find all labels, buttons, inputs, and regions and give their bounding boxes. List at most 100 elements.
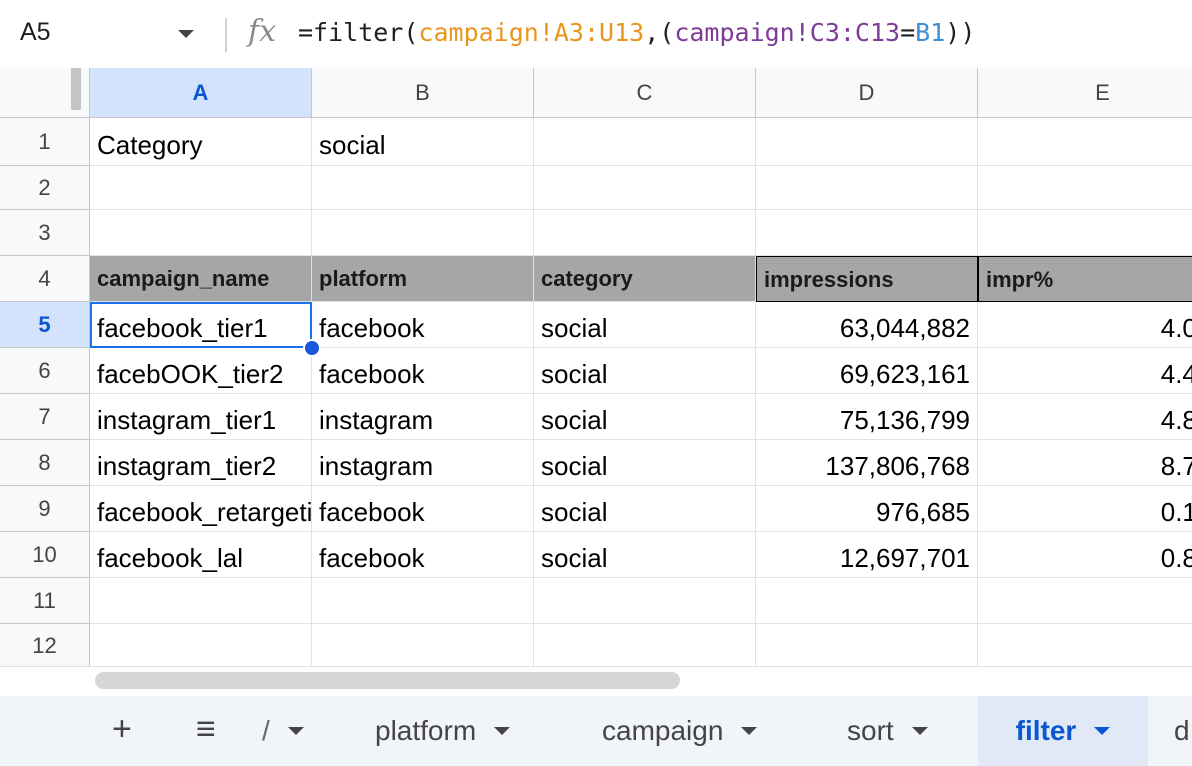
cell-d5[interactable]: 63,044,882	[756, 302, 978, 348]
cell-a8[interactable]: instagram_tier2	[90, 440, 312, 486]
cell-e2[interactable]	[978, 166, 1192, 210]
cell-d9[interactable]: 976,685	[756, 486, 978, 532]
horizontal-scrollbar[interactable]	[0, 666, 1192, 697]
sheet-tab-sort[interactable]: sort	[847, 696, 928, 766]
cell-b5[interactable]: facebook	[312, 302, 534, 348]
cell-c2[interactable]	[534, 166, 756, 210]
cell-a9[interactable]: facebook_retargeting	[90, 486, 312, 532]
name-box-dropdown-icon[interactable]	[178, 30, 194, 38]
cell-c1[interactable]	[534, 118, 756, 166]
cell-e1[interactable]	[978, 118, 1192, 166]
cell-b1[interactable]: social	[312, 118, 534, 166]
cell-c6[interactable]: social	[534, 348, 756, 394]
formula-text: =	[900, 18, 916, 47]
select-all-corner[interactable]	[0, 68, 90, 118]
cell-d10[interactable]: 12,697,701	[756, 532, 978, 578]
cell-c9[interactable]: social	[534, 486, 756, 532]
cell-b10[interactable]: facebook	[312, 532, 534, 578]
cell-a1[interactable]: Category	[90, 118, 312, 166]
cell-a11[interactable]	[90, 578, 312, 624]
cell-b3[interactable]	[312, 210, 534, 256]
cell-b9[interactable]: facebook	[312, 486, 534, 532]
cell-c10[interactable]: social	[534, 532, 756, 578]
row-header-2[interactable]: 2	[0, 166, 90, 210]
column-header-e[interactable]: E	[978, 68, 1192, 118]
cell-e5[interactable]: 4.0%	[978, 302, 1192, 348]
cell-d7[interactable]: 75,136,799	[756, 394, 978, 440]
scrollbar-thumb[interactable]	[95, 672, 680, 689]
all-sheets-menu-icon[interactable]: ≡	[196, 712, 216, 746]
row-header-8[interactable]: 8	[0, 440, 90, 486]
chevron-down-icon[interactable]	[741, 727, 758, 735]
cell-b6[interactable]: facebook	[312, 348, 534, 394]
name-box[interactable]: A5	[20, 18, 51, 47]
cell-a7[interactable]: instagram_tier1	[90, 394, 312, 440]
table-header-cell[interactable]: category	[534, 256, 756, 302]
row-header-4[interactable]: 4	[0, 256, 90, 302]
cell-e3[interactable]	[978, 210, 1192, 256]
cell-b7[interactable]: instagram	[312, 394, 534, 440]
column-header-d[interactable]: D	[756, 68, 978, 118]
add-sheet-icon[interactable]: +	[112, 712, 132, 746]
cell-c5[interactable]: social	[534, 302, 756, 348]
cell-b11[interactable]	[312, 578, 534, 624]
cell-a5[interactable]: facebook_tier1	[90, 302, 312, 348]
row-header-9[interactable]: 9	[0, 486, 90, 532]
cell-c12[interactable]	[534, 624, 756, 666]
column-header-a[interactable]: A	[90, 68, 312, 118]
row-header-3[interactable]: 3	[0, 210, 90, 256]
column-header-c[interactable]: C	[534, 68, 756, 118]
cell-b2[interactable]	[312, 166, 534, 210]
freeze-handle[interactable]	[71, 68, 81, 110]
chevron-down-icon[interactable]	[911, 727, 928, 735]
row-header-6[interactable]: 6	[0, 348, 90, 394]
cell-e11[interactable]	[978, 578, 1192, 624]
table-header-cell[interactable]: impressions	[756, 256, 978, 302]
chevron-down-icon[interactable]	[494, 727, 511, 735]
sheet-tab-campaign[interactable]: campaign	[602, 696, 758, 766]
cell-e10[interactable]: 0.8%	[978, 532, 1192, 578]
cell-c8[interactable]: social	[534, 440, 756, 486]
chevron-down-icon[interactable]	[1094, 727, 1111, 735]
cell-a10[interactable]: facebook_lal	[90, 532, 312, 578]
row-header-7[interactable]: 7	[0, 394, 90, 440]
cell-d1[interactable]	[756, 118, 978, 166]
cell-d12[interactable]	[756, 624, 978, 666]
sheet-tab-filter[interactable]: filter	[978, 696, 1148, 766]
row-header-11[interactable]: 11	[0, 578, 90, 624]
cell-a6[interactable]: facebOOK_tier2	[90, 348, 312, 394]
formula-input[interactable]: =filter(campaign!A3:U13,(campaign!C3:C13…	[298, 18, 975, 47]
cell-b12[interactable]	[312, 624, 534, 666]
spreadsheet-grid[interactable]: A B C D E 1 Category social 2 3 4 campaign_name plat…	[0, 68, 1192, 666]
row-header-1[interactable]: 1	[0, 118, 90, 166]
cell-c11[interactable]	[534, 578, 756, 624]
cell-d11[interactable]	[756, 578, 978, 624]
row-header-5[interactable]: 5	[0, 302, 90, 348]
cell-c7[interactable]: social	[534, 394, 756, 440]
table-header-cell[interactable]: impr%	[978, 256, 1192, 302]
table-header-cell[interactable]: platform	[312, 256, 534, 302]
cell-a12[interactable]	[90, 624, 312, 666]
cell-e8[interactable]: 8.7%	[978, 440, 1192, 486]
cell-b8[interactable]: instagram	[312, 440, 534, 486]
cell-e12[interactable]	[978, 624, 1192, 666]
chevron-down-icon[interactable]	[287, 727, 304, 735]
cell-a2[interactable]	[90, 166, 312, 210]
row-header-10[interactable]: 10	[0, 532, 90, 578]
table-header-cell[interactable]: campaign_name	[90, 256, 312, 302]
cell-d3[interactable]	[756, 210, 978, 256]
cell-a3[interactable]	[90, 210, 312, 256]
sheet-tab-partial[interactable]: /	[262, 696, 342, 766]
column-header-b[interactable]: B	[312, 68, 534, 118]
sheet-tab-platform[interactable]: platform	[375, 696, 511, 766]
cell-d6[interactable]: 69,623,161	[756, 348, 978, 394]
cell-d2[interactable]	[756, 166, 978, 210]
cell-d8[interactable]: 137,806,768	[756, 440, 978, 486]
fill-handle[interactable]	[303, 339, 321, 357]
cell-e7[interactable]: 4.8%	[978, 394, 1192, 440]
cell-e9[interactable]: 0.1%	[978, 486, 1192, 532]
cell-e6[interactable]: 4.4%	[978, 348, 1192, 394]
row-header-12[interactable]: 12	[0, 624, 90, 666]
sheet-tab-partial-right[interactable]: d	[1174, 696, 1190, 766]
cell-c3[interactable]	[534, 210, 756, 256]
